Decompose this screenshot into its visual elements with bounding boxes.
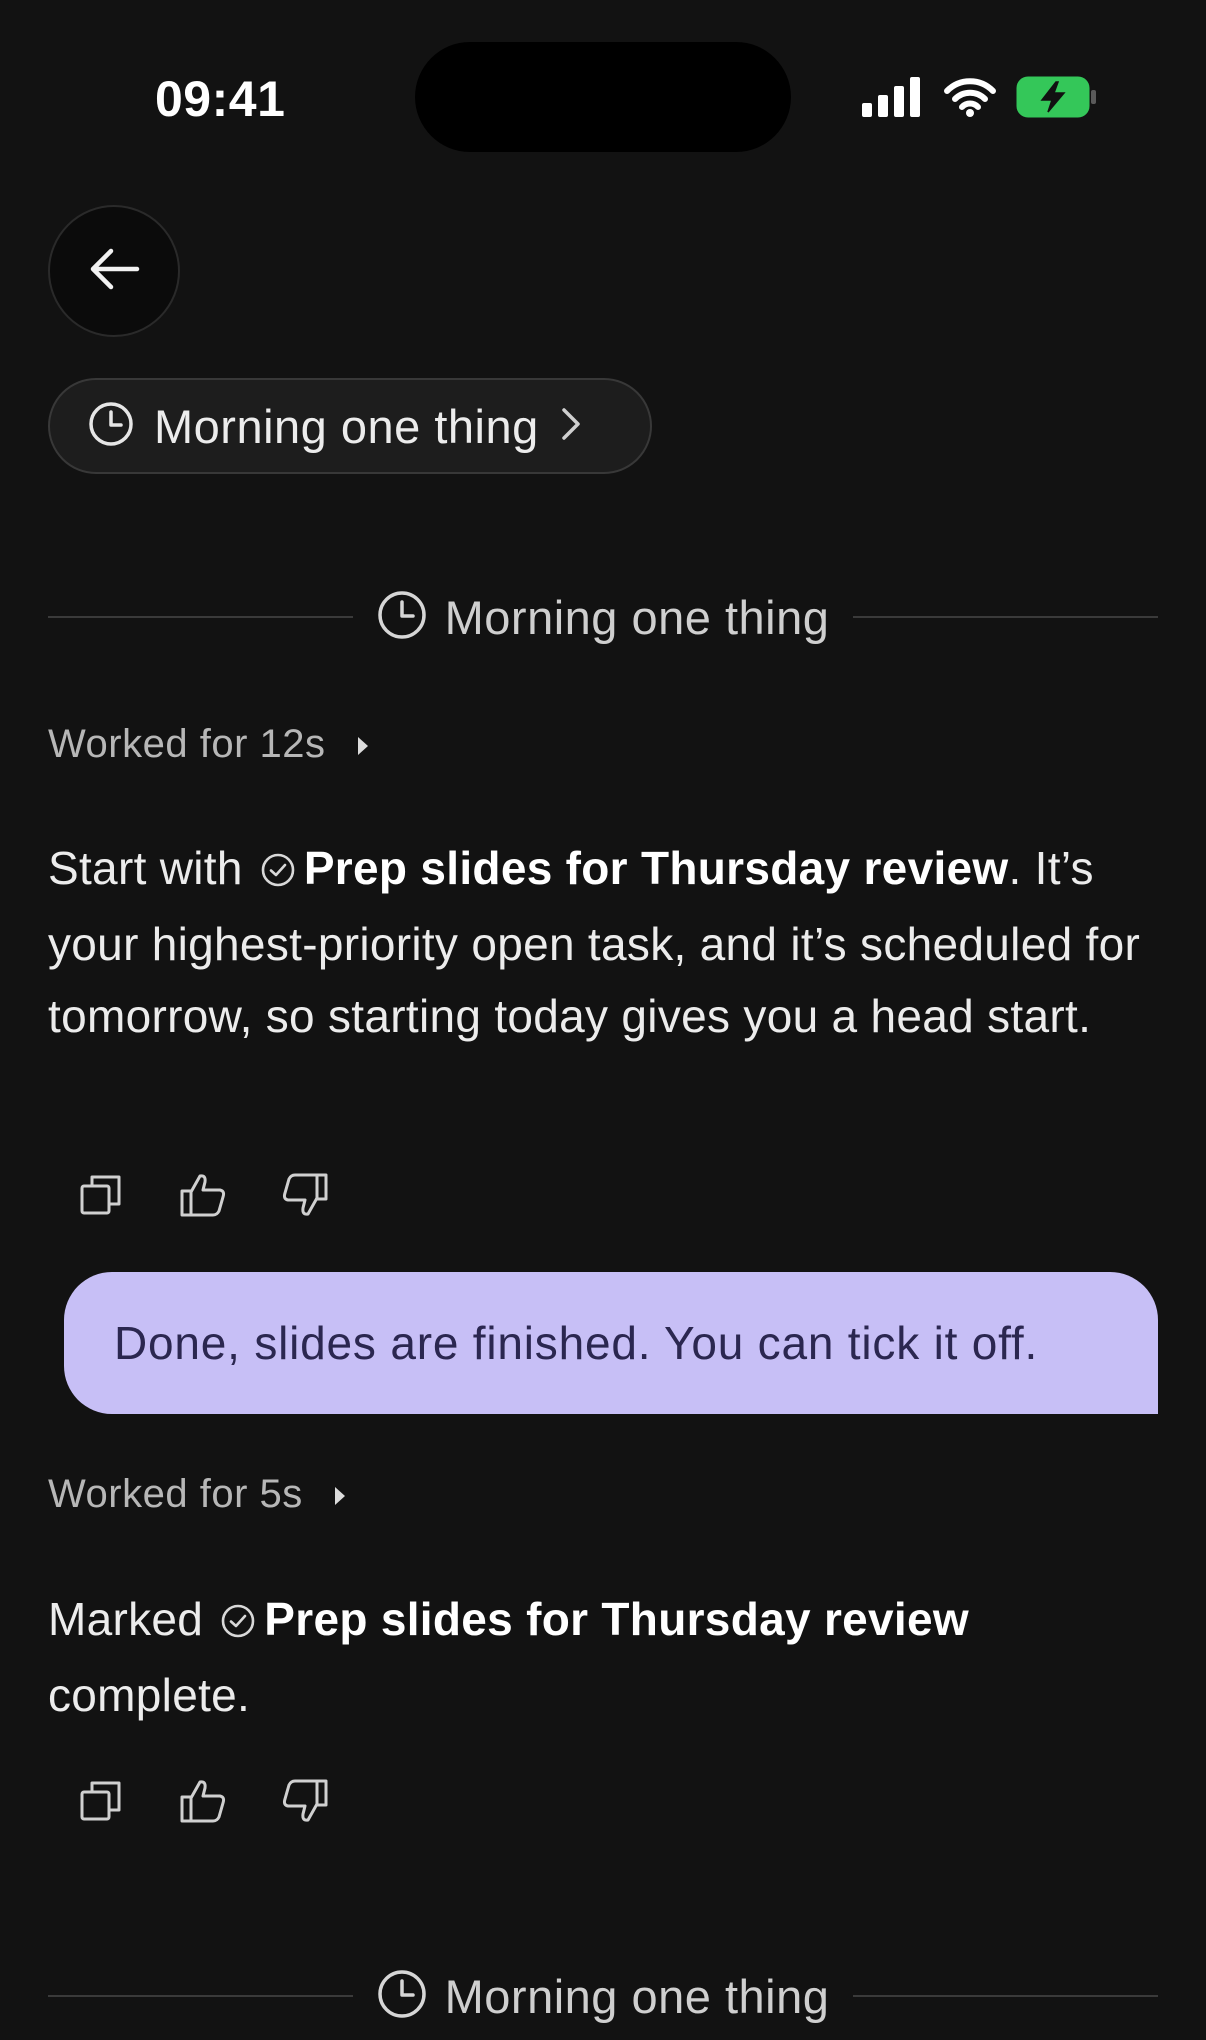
clock-icon [88, 401, 134, 452]
screen: 09:41 Morning one thing Morning one thin… [0, 0, 1206, 2040]
message-actions [76, 1778, 330, 1828]
user-message-bubble: Done, slides are finished. You can tick … [64, 1272, 1158, 1414]
worked-for-label: Worked for 12s [48, 722, 326, 766]
thumbs-up-button[interactable] [178, 1172, 228, 1222]
divider-heading: Morning one thing [353, 1969, 854, 2024]
copy-button[interactable] [76, 1172, 126, 1222]
worked-for-toggle[interactable]: Worked for 5s [48, 1472, 347, 1517]
divider-line-left [48, 616, 353, 618]
routine-pill-label: Morning one thing [154, 399, 539, 453]
message-actions [76, 1172, 330, 1222]
chevron-right-icon [561, 407, 581, 446]
back-button[interactable] [48, 205, 180, 337]
clock-icon [377, 590, 427, 645]
status-time: 09:41 [155, 71, 286, 127]
message-body: complete. [48, 1669, 251, 1721]
thumbs-down-button[interactable] [280, 1778, 330, 1828]
clock-icon [377, 1969, 427, 2024]
thumbs-up-icon [179, 1172, 227, 1223]
thumbs-down-icon [281, 1778, 329, 1829]
thumbs-down-icon [281, 1172, 329, 1223]
worked-for-toggle[interactable]: Worked for 12s [48, 722, 370, 767]
thumbs-down-button[interactable] [280, 1172, 330, 1222]
divider-line-right [853, 1995, 1159, 1997]
copy-icon [79, 1173, 123, 1222]
task-link[interactable]: Prep slides for Thursday review [264, 1593, 969, 1645]
arrow-left-icon [87, 247, 141, 296]
thumbs-up-icon [179, 1778, 227, 1829]
divider-label: Morning one thing [444, 590, 830, 644]
status-icons [862, 76, 1098, 123]
thumbs-up-button[interactable] [178, 1778, 228, 1828]
battery-charging-icon [1016, 76, 1098, 123]
routine-pill[interactable]: Morning one thing [48, 378, 652, 474]
cellular-signal-icon [862, 77, 924, 122]
assistant-message: Start with Prep slides for Thursday revi… [48, 832, 1158, 1052]
copy-icon [79, 1779, 123, 1828]
routine-divider: Morning one thing [48, 1966, 1159, 2026]
user-message-text: Done, slides are finished. You can tick … [114, 1317, 1039, 1369]
copy-button[interactable] [76, 1778, 126, 1828]
routine-divider: Morning one thing [48, 587, 1159, 647]
message-intro: Marked [48, 1593, 204, 1645]
check-circle-icon [220, 1587, 256, 1659]
dynamic-island [415, 42, 791, 152]
divider-line-right [853, 616, 1159, 618]
divider-label: Morning one thing [444, 1969, 830, 2023]
caret-right-icon [356, 722, 370, 767]
wifi-icon [944, 77, 996, 122]
divider-line-left [48, 1995, 353, 1997]
divider-heading: Morning one thing [353, 590, 854, 645]
assistant-message: Marked Prep slides for Thursday review c… [48, 1583, 1048, 1731]
check-circle-icon [260, 836, 296, 908]
caret-right-icon [333, 1472, 347, 1517]
worked-for-label: Worked for 5s [48, 1472, 303, 1516]
message-intro: Start with [48, 842, 243, 894]
task-link[interactable]: Prep slides for Thursday review [304, 842, 1009, 894]
